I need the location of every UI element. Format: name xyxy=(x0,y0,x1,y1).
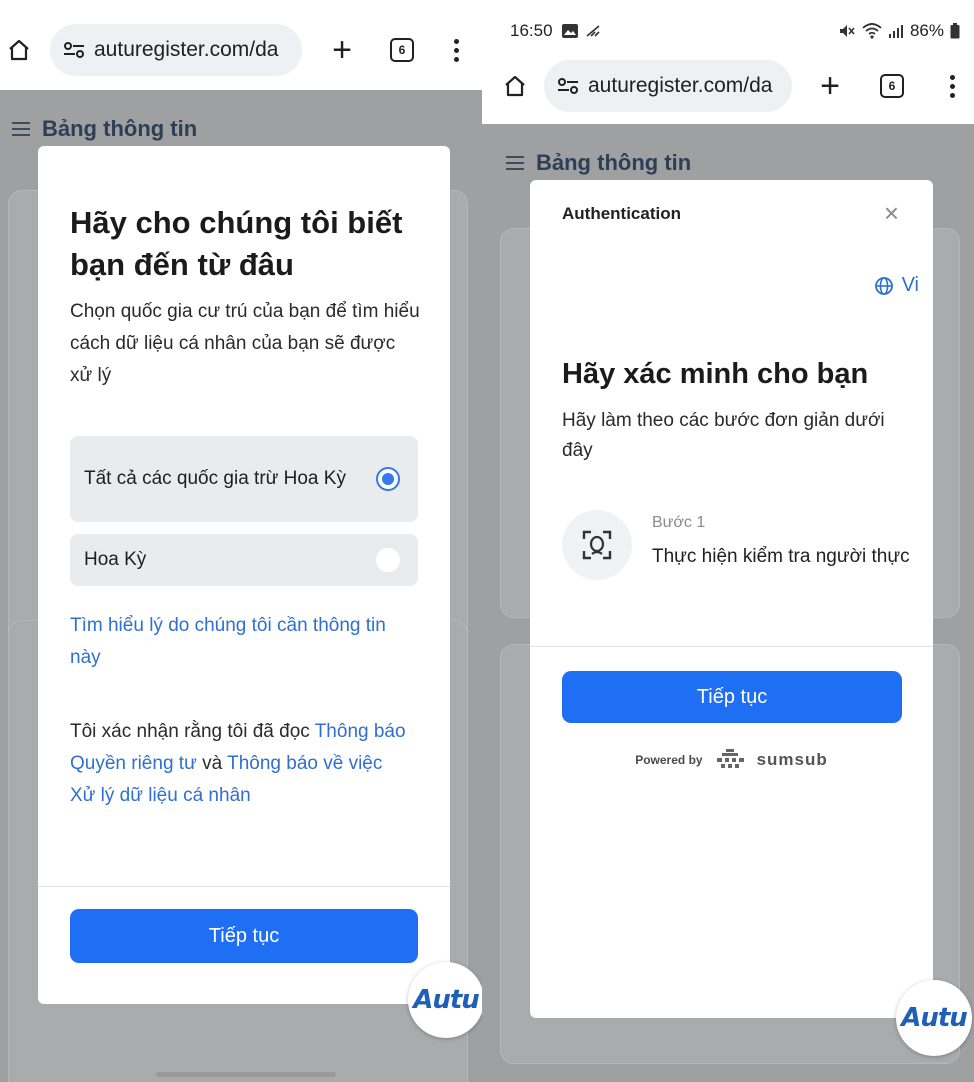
browser-toolbar: auturegister.com/da + 6 xyxy=(482,58,974,114)
sumsub-logo-icon xyxy=(716,749,744,768)
step-label: Bước 1 xyxy=(652,514,706,531)
gesture-bar xyxy=(156,1072,336,1077)
gallery-icon xyxy=(561,24,578,38)
autu-logo: Autu xyxy=(413,985,480,1015)
home-button[interactable] xyxy=(498,69,532,103)
home-icon xyxy=(9,39,29,61)
signal-slash-icon xyxy=(586,25,600,37)
powered-by-footer: Powered by sumsub xyxy=(530,748,933,772)
hamburger-icon[interactable] xyxy=(12,122,30,136)
site-settings-icon xyxy=(558,78,578,94)
autu-chat-badge[interactable]: Autu xyxy=(408,962,482,1038)
modal-description: Hãy làm theo các bước đơn giản dưới đây xyxy=(562,410,885,461)
close-icon[interactable]: × xyxy=(884,198,899,229)
new-tab-button[interactable]: + xyxy=(812,69,848,103)
home-icon xyxy=(505,75,525,97)
dashboard-header: Bảng thông tin xyxy=(12,116,197,142)
address-bar[interactable]: auturegister.com/da xyxy=(50,24,302,76)
modal-description: Chọn quốc gia cư trú của bạn để tìm hiểu… xyxy=(70,301,420,386)
continue-button[interactable]: Tiếp tục xyxy=(562,671,902,723)
authentication-modal: Authentication × Vi Hãy xác minh cho bạn… xyxy=(530,180,933,1018)
language-code: Vi xyxy=(901,274,919,296)
mute-icon xyxy=(839,25,855,37)
continue-button[interactable]: Tiếp tục xyxy=(70,909,418,963)
consent-and: và xyxy=(202,753,223,774)
browser-menu-button[interactable] xyxy=(948,74,956,98)
learn-why-link[interactable]: Tìm hiểu lý do chúng tôi cần thông tin n… xyxy=(70,610,390,674)
modal-divider xyxy=(530,646,933,647)
cell-signal-icon xyxy=(888,25,903,38)
tab-switcher-button[interactable]: 6 xyxy=(390,38,414,62)
status-time: 16:50 xyxy=(510,21,553,40)
site-settings-icon xyxy=(64,42,84,58)
face-scan-icon xyxy=(582,530,612,560)
consent-prefix: Tôi xác nhận rằng tôi đã đọc xyxy=(70,721,310,742)
consent-text: Tôi xác nhận rằng tôi đã đọc Thông báo Q… xyxy=(70,716,410,812)
radio-selected-icon[interactable] xyxy=(376,467,400,491)
status-bar: 16:50 86% xyxy=(482,14,974,48)
modal-header: Authentication xyxy=(562,204,681,223)
battery-icon xyxy=(950,23,960,39)
browser-toolbar: auturegister.com/da + 6 xyxy=(0,22,482,78)
option-label: Tất cả các quốc gia trừ Hoa Kỳ xyxy=(84,468,346,489)
url-text: auturegister.com/da xyxy=(588,74,773,97)
globe-icon xyxy=(874,276,893,295)
left-screenshot: auturegister.com/da + 6 Bảng thông tin H… xyxy=(0,0,482,1082)
autu-logo: Autu xyxy=(901,1003,968,1033)
browser-menu-button[interactable] xyxy=(452,38,460,62)
url-text: auturegister.com/da xyxy=(94,38,279,61)
dashboard-title: Bảng thông tin xyxy=(536,150,692,175)
sumsub-wordmark: sumsub xyxy=(756,750,828,769)
right-screenshot: 16:50 86% auturegister.com/da + 6 Bảng t… xyxy=(482,0,974,1082)
new-tab-button[interactable]: + xyxy=(324,33,360,67)
autu-chat-badge[interactable]: Autu xyxy=(896,980,972,1056)
modal-title: Hãy cho chúng tôi biết bạn đến từ đâu xyxy=(70,205,403,282)
status-icons: 86% xyxy=(838,21,960,41)
country-modal: Hãy cho chúng tôi biết bạn đến từ đâu Ch… xyxy=(38,146,450,1004)
battery-level: 86% xyxy=(909,21,944,40)
modal-divider xyxy=(38,886,450,887)
powered-by-label: Powered by xyxy=(635,753,703,767)
address-bar[interactable]: auturegister.com/da xyxy=(544,60,792,112)
wifi-icon xyxy=(862,23,882,39)
radio-unselected-icon[interactable] xyxy=(376,548,400,572)
dashboard-header: Bảng thông tin xyxy=(506,150,691,176)
hamburger-icon[interactable] xyxy=(506,156,524,170)
option-label: Hoa Kỳ xyxy=(84,549,147,570)
tab-switcher-button[interactable]: 6 xyxy=(880,74,904,98)
dashboard-title: Bảng thông tin xyxy=(42,116,198,141)
home-button[interactable] xyxy=(2,33,36,67)
step-text: Thực hiện kiểm tra người thực xyxy=(652,546,910,567)
language-selector[interactable]: Vi xyxy=(874,274,919,297)
option-us[interactable]: Hoa Kỳ xyxy=(70,534,418,586)
option-all-except-us[interactable]: Tất cả các quốc gia trừ Hoa Kỳ xyxy=(70,436,418,522)
liveness-step-icon xyxy=(562,510,632,580)
modal-title: Hãy xác minh cho bạn xyxy=(562,358,869,390)
